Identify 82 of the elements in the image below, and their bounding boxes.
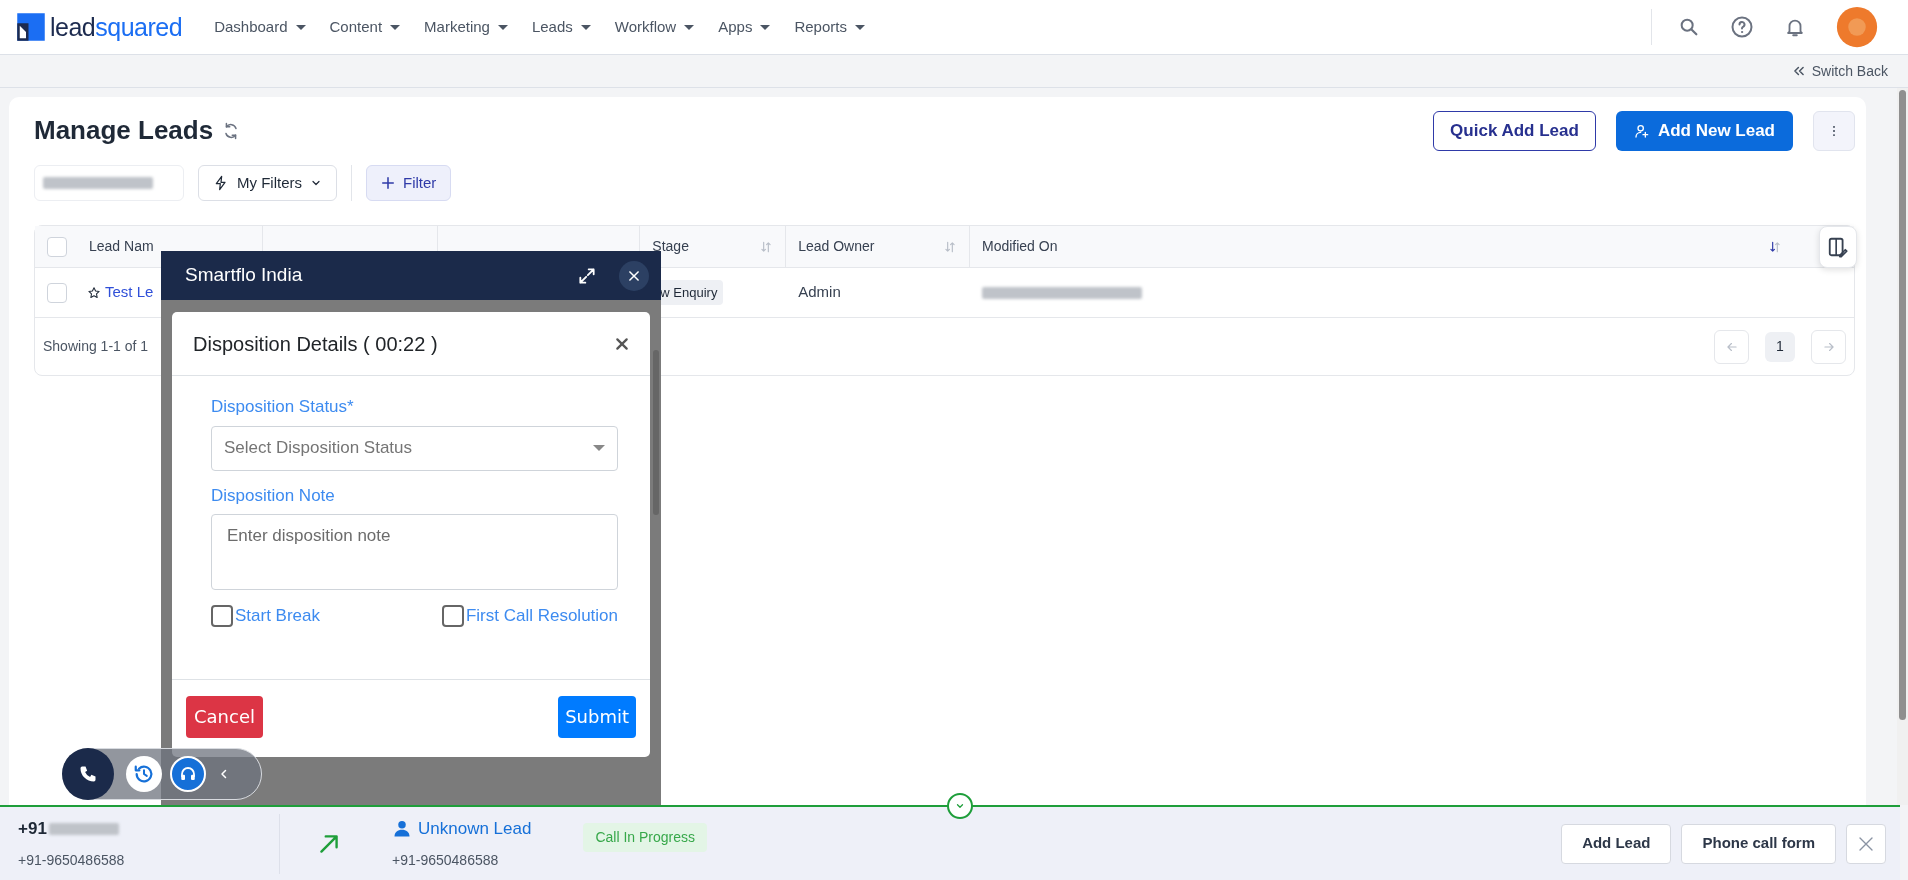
scrollbar[interactable] [1897,88,1908,805]
nav-menu[interactable]: Marketing [412,15,520,39]
field-label: Disposition Status* [211,396,355,418]
column-header: Stage [652,237,689,256]
table-cell-text: Admin [798,282,841,303]
star-icon[interactable] [87,285,101,300]
dialer-title: Smartflo India [185,263,303,288]
filter-button[interactable]: Filter [366,165,452,201]
nav-menu[interactable]: Apps [706,15,783,39]
logo-icon [16,12,46,42]
column-header: Modified On [982,237,1058,256]
caret-icon [580,24,591,30]
search-icon [1678,16,1700,38]
collapse-toggle[interactable] [947,793,973,819]
cancel-button[interactable]: Cancel [186,695,263,738]
caret-icon [295,24,306,30]
expand-icon [577,265,597,286]
logo-text: leadsquared [50,14,183,40]
avatar-icon [1836,6,1878,48]
nav-menu[interactable]: Leads [519,15,603,39]
note-field[interactable]: Enter disposition note [211,514,618,590]
switch-back-link[interactable]: Switch Back [1791,60,1888,82]
avatar[interactable] [1836,6,1878,48]
status-dropdown[interactable]: Select Disposition Status [211,425,618,471]
caret-icon [854,24,865,30]
nav-menu[interactable]: Workflow [602,15,707,39]
plus-icon [381,176,395,190]
add-new-lead-button[interactable]: Add New Lead [1615,111,1793,151]
add-user-icon [1633,123,1650,139]
quick-add-lead-button[interactable]: Quick Add Lead [1433,111,1596,151]
results-count: Showing 1-1 of 1 [43,337,149,356]
sort-icon [1768,239,1782,254]
agent-button[interactable] [170,756,206,792]
page-number[interactable]: 1 [1765,331,1795,362]
caret-icon [684,24,695,30]
sort-icon [943,239,957,254]
my-filters-button[interactable]: My Filters [198,165,337,201]
phone-icon [78,764,98,784]
column-header: Lead Nam [89,237,154,256]
call-status-badge: Call In Progress [583,823,707,852]
call-bar-button[interactable]: Phone call form [1681,823,1836,864]
call-button[interactable] [62,748,114,800]
history-icon [133,763,155,785]
checkbox-label: Start Break [235,605,321,627]
caret-icon [390,24,401,30]
field-label: Disposition Note [211,484,336,507]
submit-button[interactable]: Submit [558,695,636,738]
help-icon [1730,15,1754,39]
checkbox[interactable] [441,604,464,627]
checkbox-label: First Call Resolution [465,605,618,627]
sort-icon [759,239,774,254]
checkbox[interactable] [211,604,233,627]
dialog-title: Disposition Details ( 00:22 ) [193,331,438,356]
call-bar-button[interactable]: Add Lead [1561,823,1672,864]
nav-menu[interactable]: Reports [782,15,877,39]
lead-name-link[interactable]: Test Le [105,281,154,304]
help-button[interactable] [1730,15,1754,39]
phone-number: +91-9650486588 [392,850,500,870]
phone-number: +91-9650486588 [18,850,126,870]
lightning-icon [213,175,229,191]
caret-icon [593,445,605,451]
caret-icon [760,24,771,30]
column-header: Lead Owner [798,237,875,256]
expand-button[interactable] [577,265,597,286]
caret-icon [497,24,508,30]
page-title: Manage Leads [34,115,214,147]
nav-menu[interactable]: Content [317,15,413,39]
history-button[interactable] [126,756,162,792]
columns-edit-icon [1827,236,1849,258]
double-chevron-icon [1791,64,1806,78]
nav-menu[interactable]: Dashboard [202,15,318,39]
phone-prefix: +91 [18,818,47,841]
headset-icon [179,765,197,783]
close-icon [614,335,630,352]
lead-link[interactable]: Unknown Lead [392,816,532,842]
close-icon [627,268,641,283]
redacted-number [48,823,119,835]
search-button[interactable] [1678,16,1700,38]
column-settings-button[interactable] [1819,226,1857,268]
close-button[interactable] [614,335,630,352]
close-button[interactable] [619,260,649,291]
person-icon [392,819,412,839]
